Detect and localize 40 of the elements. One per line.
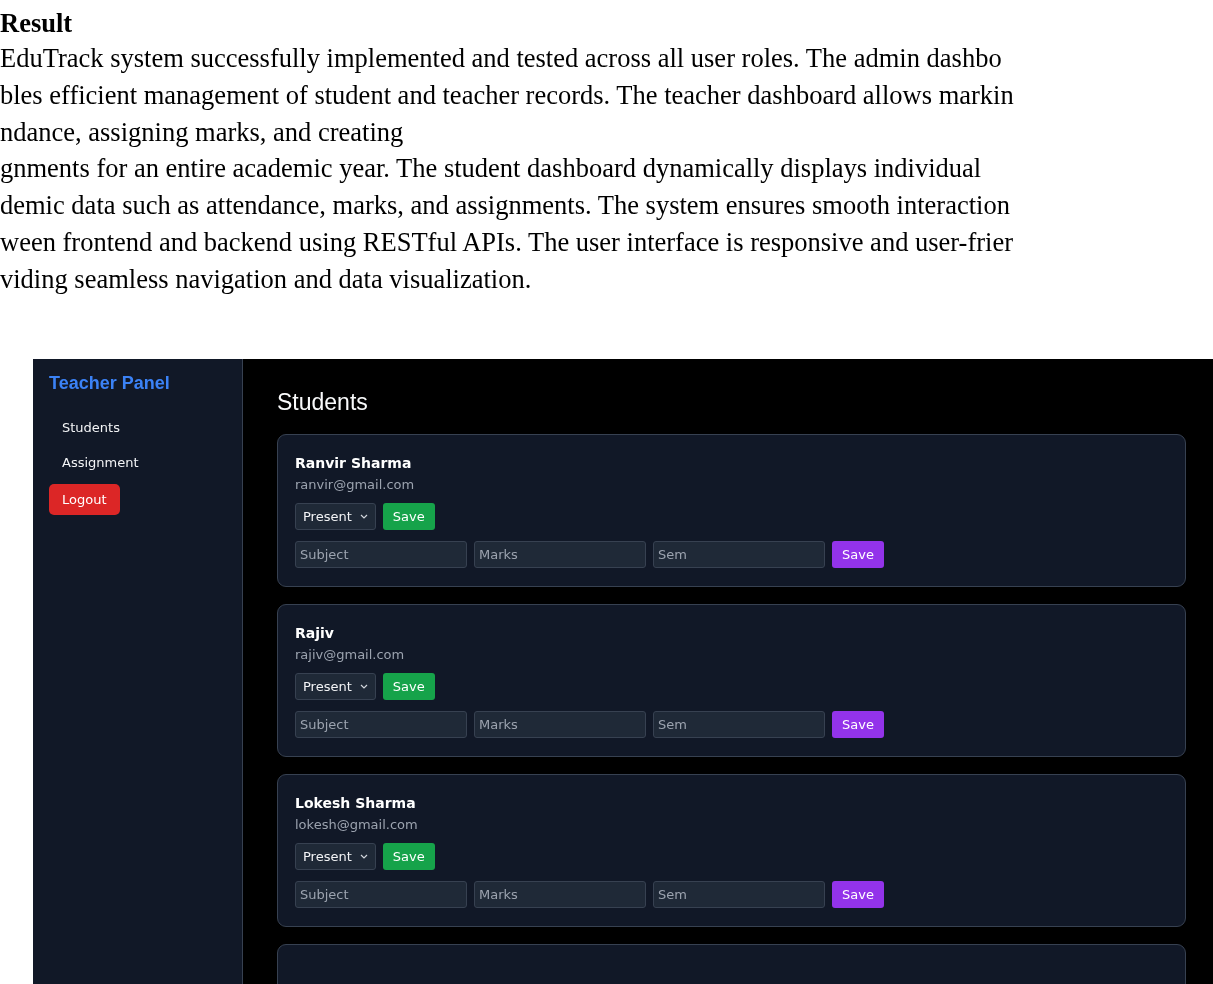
student-email: lokesh@gmail.com <box>295 817 419 832</box>
save-marks-button[interactable]: Save <box>832 881 884 908</box>
section-heading: Result <box>0 7 74 40</box>
attendance-dropdown[interactable]: Present <box>295 673 376 700</box>
chevron-down-icon <box>359 854 368 859</box>
student-email: ranvir@gmail.com <box>295 477 416 492</box>
paragraph-line: ween frontend and backend using RESTful APIs. The user interface is responsive and user-frier <box>0 226 1015 259</box>
chevron-down-icon <box>359 684 368 689</box>
paragraph-line: viding seamless navigation and data visualization. <box>0 262 533 296</box>
input-field[interactable]: Marks <box>474 711 646 738</box>
student-email: rajiv@gmail.com <box>295 647 406 662</box>
save-marks-button[interactable]: Save <box>832 541 884 568</box>
paragraph-line: bles efficient management of student and teacher records. The teacher dashboard allows markin <box>0 78 1015 112</box>
input-field[interactable]: Marks <box>474 881 646 908</box>
sidebar-link[interactable]: Assignment <box>49 455 139 470</box>
save-marks-button[interactable]: Save <box>832 711 884 738</box>
input-field[interactable]: Subject <box>295 711 467 738</box>
page-title: Students <box>277 389 369 416</box>
save-attendance-button[interactable]: Save <box>382 503 435 530</box>
input-field[interactable]: Sem <box>653 541 825 568</box>
panel-title: Teacher Panel <box>49 373 171 394</box>
input-field[interactable]: Subject <box>295 881 467 908</box>
paragraph-line: ndance, assigning marks, and creating <box>0 115 405 149</box>
paragraph-line: EduTrack system successfully implemented and tested across all user roles. The admin dashbo <box>0 42 1003 75</box>
student-name: Ranvir Sharma <box>295 455 413 471</box>
student-name: Rajiv <box>295 625 335 641</box>
student-name: Lokesh Sharma <box>295 795 417 811</box>
input-field[interactable]: Sem <box>653 711 825 738</box>
attendance-dropdown[interactable]: Present <box>295 843 376 870</box>
save-attendance-button[interactable]: Save <box>382 843 435 870</box>
paragraph-line: demic data such as attendance, marks, and assignments. The system ensures smooth interaction <box>0 189 1011 223</box>
input-field[interactable]: Marks <box>474 541 646 568</box>
input-field[interactable]: Sem <box>653 881 825 908</box>
logout-button[interactable]: Logout <box>49 484 120 515</box>
input-field[interactable]: Subject <box>295 541 467 568</box>
save-attendance-button[interactable]: Save <box>382 673 435 700</box>
attendance-dropdown[interactable]: Present <box>295 503 376 530</box>
paragraph-line: gnments for an entire academic year. The student dashboard dynamically displays individual <box>0 152 983 186</box>
chevron-down-icon <box>359 514 368 519</box>
sidebar-link[interactable]: Students <box>49 420 120 435</box>
